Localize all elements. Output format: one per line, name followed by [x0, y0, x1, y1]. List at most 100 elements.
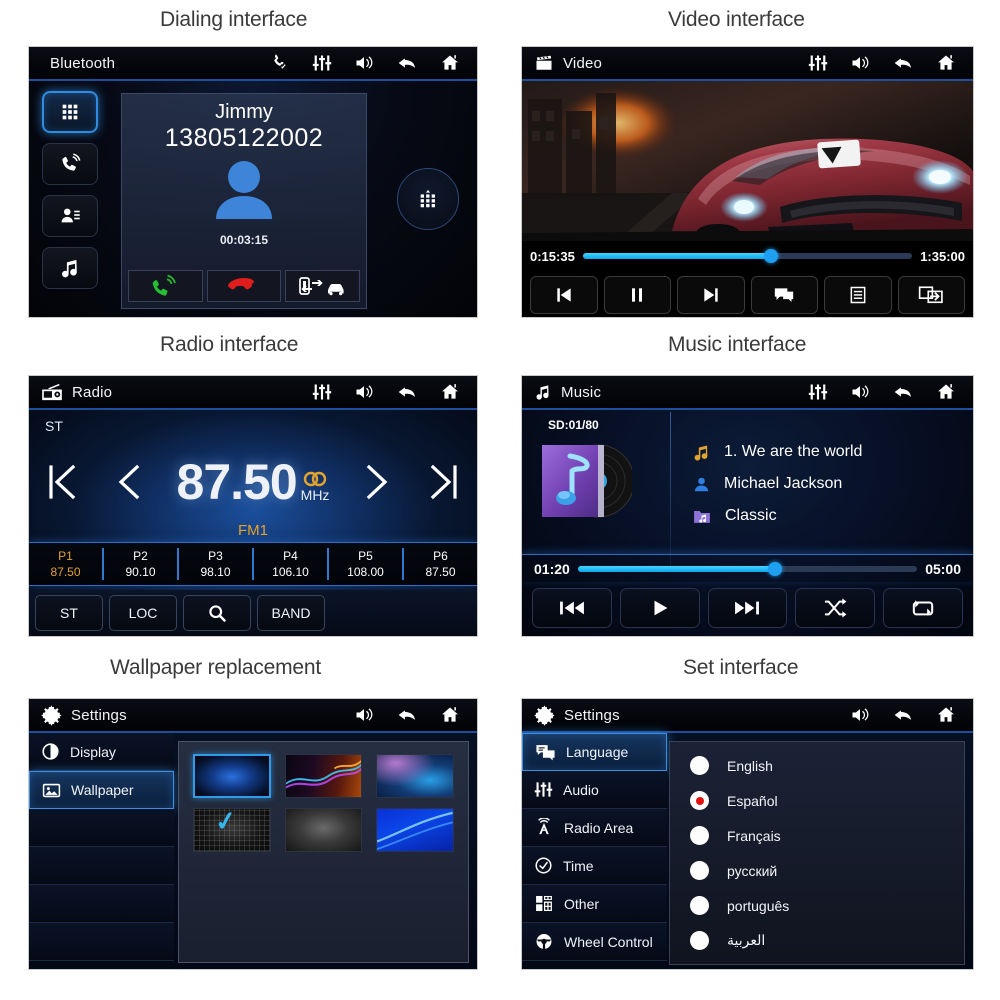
home-icon[interactable] — [439, 382, 461, 402]
end-call-button[interactable] — [206, 270, 282, 302]
back-icon[interactable] — [395, 382, 419, 402]
music-progress-knob[interactable] — [767, 561, 782, 576]
preset-p4[interactable]: P4 106.10 — [254, 547, 329, 581]
back-icon[interactable] — [395, 705, 419, 725]
language-option-francais[interactable]: Français — [670, 818, 964, 853]
preset-p1[interactable]: P1 87.50 — [29, 547, 104, 581]
previous-button[interactable] — [530, 276, 598, 314]
back-icon[interactable] — [395, 53, 419, 73]
previous-track-button[interactable] — [532, 588, 612, 628]
preset-p2[interactable]: P2 90.10 — [104, 547, 179, 581]
wallpaper-thumb-blue-swoosh[interactable] — [376, 808, 454, 852]
language-option-english[interactable]: English — [670, 748, 964, 783]
tune-up-button[interactable] — [351, 459, 399, 505]
sidebar-item-language[interactable]: Language — [522, 733, 667, 771]
preset-p6[interactable]: P6 87.50 — [404, 548, 477, 580]
volume-icon[interactable] — [849, 382, 871, 402]
volume-icon[interactable] — [849, 53, 871, 73]
shuffle-button[interactable] — [795, 588, 876, 628]
volume-icon[interactable] — [353, 53, 375, 73]
equalizer-icon[interactable] — [807, 382, 829, 402]
band-button[interactable]: BAND — [257, 595, 325, 631]
back-icon[interactable] — [891, 53, 915, 73]
equalizer-icon[interactable] — [311, 53, 333, 73]
preset-p3[interactable]: P3 98.10 — [179, 547, 254, 581]
sidebar-item-call-log[interactable] — [42, 143, 98, 185]
bluetooth-titlebar: Bluetooth — [29, 47, 477, 81]
wallpaper-thumb-grey-gradient[interactable] — [284, 808, 363, 852]
home-icon[interactable] — [935, 53, 957, 73]
radio-button[interactable] — [690, 896, 709, 915]
preset-p5[interactable]: P5 108.00 — [329, 547, 404, 581]
sidebar-item-display[interactable]: Display — [29, 733, 174, 771]
wallpaper-thumb-neon-wave[interactable] — [284, 754, 363, 798]
sidebar-item-empty-6[interactable] — [29, 923, 174, 961]
home-icon[interactable] — [439, 705, 461, 725]
bluetooth-title: Bluetooth — [50, 54, 116, 72]
next-button[interactable] — [677, 276, 745, 314]
sidebar-item-radio-area[interactable]: Radio Area — [522, 809, 667, 847]
music-progress-bar[interactable] — [577, 561, 918, 576]
search-icon — [207, 603, 227, 623]
album-folder-icon — [692, 507, 712, 526]
wallpaper-thumb-blue-bokeh[interactable] — [376, 754, 454, 798]
preset-freq: 87.50 — [50, 565, 81, 579]
equalizer-icon — [534, 780, 553, 799]
volume-icon[interactable] — [353, 382, 375, 402]
dial-pad-button[interactable] — [397, 168, 459, 230]
home-icon[interactable] — [935, 705, 957, 725]
sidebar-item-time[interactable]: Time — [522, 847, 667, 885]
screen-share-button[interactable] — [897, 276, 965, 314]
equalizer-icon[interactable] — [311, 382, 333, 402]
video-progress-bar[interactable] — [582, 249, 913, 263]
call-actions — [128, 270, 361, 302]
radio-button[interactable] — [690, 756, 709, 775]
back-icon[interactable] — [891, 705, 915, 725]
pause-button[interactable] — [603, 276, 671, 314]
stereo-button[interactable]: ST — [35, 595, 103, 631]
music-seekbar-row: 01:20 05:00 — [522, 554, 973, 582]
subtitle-button[interactable] — [750, 276, 818, 314]
language-option-arabic[interactable]: العربية — [670, 923, 964, 958]
play-button[interactable] — [619, 588, 700, 628]
radio-button[interactable] — [690, 861, 709, 880]
radio-button[interactable] — [690, 931, 709, 950]
sidebar-item-empty-4[interactable] — [29, 847, 174, 885]
home-icon[interactable] — [439, 53, 461, 73]
language-option-espanol[interactable]: Español — [670, 783, 964, 818]
sidebar-item-empty-5[interactable] — [29, 885, 174, 923]
sidebar-item-other[interactable]: Other — [522, 885, 667, 923]
answer-call-button[interactable] — [128, 270, 203, 302]
sidebar-item-keypad[interactable] — [42, 91, 98, 133]
repeat-button[interactable] — [883, 588, 963, 628]
video-progress-knob[interactable] — [763, 249, 778, 263]
back-icon[interactable] — [891, 382, 915, 402]
sidebar-item-bt-music[interactable] — [42, 247, 98, 289]
wallpaper-thumb-blue-glow[interactable] — [193, 754, 271, 798]
preset-slot: P6 — [433, 548, 448, 563]
next-track-button[interactable] — [707, 588, 788, 628]
scan-button[interactable] — [183, 595, 251, 631]
preset-slot: P4 — [283, 548, 298, 563]
sidebar-item-contacts[interactable] — [42, 195, 98, 237]
phone-check-icon[interactable] — [269, 53, 291, 73]
radio-button[interactable] — [690, 826, 709, 845]
volume-icon[interactable] — [353, 705, 375, 725]
playlist-button[interactable] — [824, 276, 892, 314]
transfer-audio-button[interactable] — [285, 270, 361, 302]
volume-icon[interactable] — [849, 705, 871, 725]
sidebar-item-empty-3[interactable] — [29, 809, 174, 847]
language-option-russian[interactable]: русский — [670, 853, 964, 888]
video-stage[interactable] — [522, 81, 973, 241]
seek-prev-end-button[interactable] — [37, 459, 85, 505]
language-option-portugues[interactable]: português — [670, 888, 964, 923]
sidebar-item-wallpaper[interactable]: Wallpaper — [29, 771, 174, 809]
equalizer-icon[interactable] — [807, 53, 829, 73]
seek-next-end-button[interactable] — [421, 459, 469, 505]
radio-button-selected[interactable] — [690, 791, 709, 810]
home-icon[interactable] — [935, 382, 957, 402]
local-button[interactable]: LOC — [109, 595, 177, 631]
sidebar-item-wheel-control[interactable]: Wheel Control — [522, 923, 667, 961]
tune-down-button[interactable] — [107, 459, 155, 505]
sidebar-item-audio[interactable]: Audio — [522, 771, 667, 809]
